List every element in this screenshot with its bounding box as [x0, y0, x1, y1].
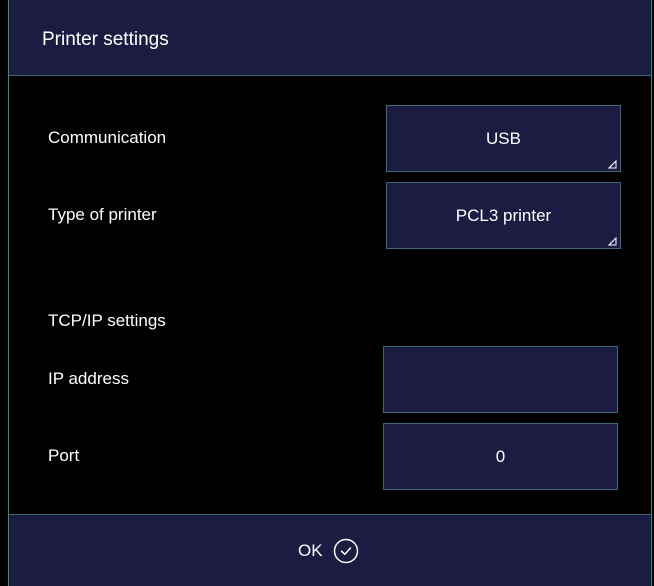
dropdown-corner-icon — [607, 236, 617, 246]
printer-type-value: PCL3 printer — [455, 205, 552, 225]
dialog-title: Printer settings — [42, 29, 169, 50]
ip-address-label: IP address — [48, 369, 129, 388]
dropdown-corner-icon — [607, 159, 617, 169]
ip-address-field[interactable] — [383, 346, 618, 413]
printer-type-label: Type of printer — [48, 205, 157, 224]
printer-type-select[interactable]: PCL3 printer — [386, 182, 621, 249]
port-label: Port — [48, 446, 80, 465]
communication-value: USB — [486, 128, 521, 148]
dialog-footer: OK — [9, 514, 651, 586]
port-value: 0 — [495, 446, 506, 466]
communication-select[interactable]: USB — [386, 105, 621, 172]
check-circle-icon — [333, 538, 358, 564]
ok-button[interactable]: OK — [298, 534, 359, 568]
communication-label: Communication — [48, 128, 167, 147]
title-bar: Printer settings — [9, 0, 651, 76]
port-field[interactable]: 0 — [383, 423, 618, 490]
ok-label: OK — [298, 541, 323, 560]
printer-settings-dialog: Printer settings Communication USB Type … — [8, 0, 652, 586]
tcpip-section-label: TCP/IP settings — [48, 311, 166, 330]
